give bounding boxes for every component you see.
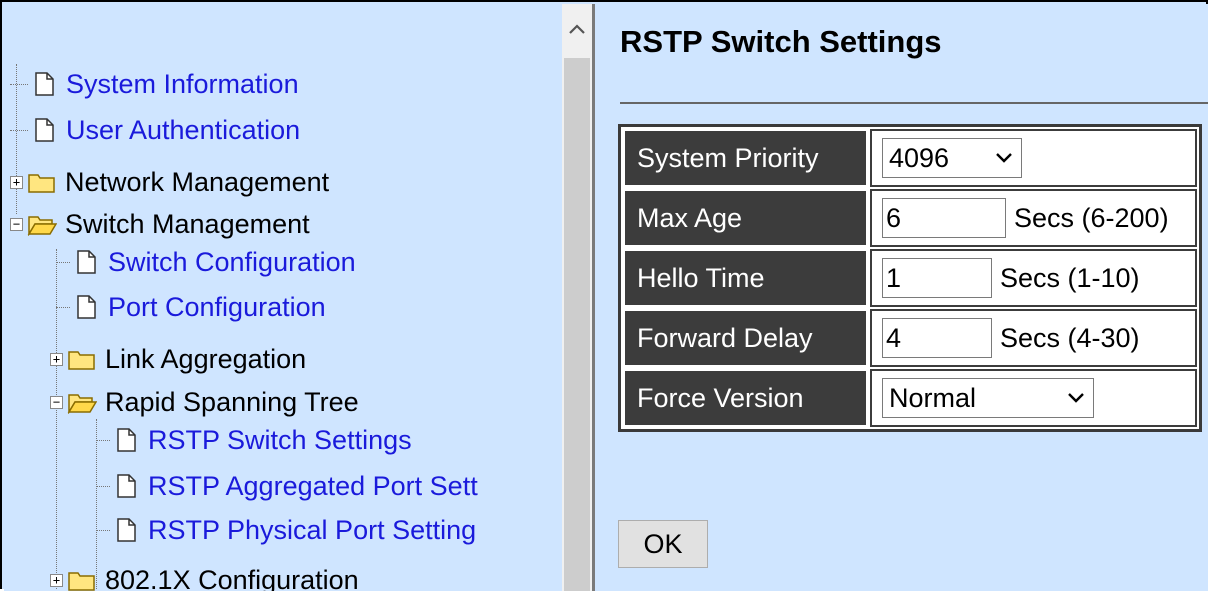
- tree-item-label: Link Aggregation: [105, 344, 306, 375]
- forward-delay-label: Forward Delay: [623, 309, 868, 367]
- tree-item-label: User Authentication: [66, 115, 300, 146]
- expand-icon[interactable]: +: [10, 176, 23, 189]
- chevron-down-icon: [1067, 392, 1085, 404]
- tree-item-rapid-spanning-tree[interactable]: − Rapid Spanning Tree: [50, 384, 359, 420]
- collapse-icon[interactable]: −: [10, 218, 23, 231]
- tree-item-label: Rapid Spanning Tree: [105, 387, 359, 418]
- table-row: Force Version Normal: [623, 369, 1197, 427]
- max-age-input[interactable]: 6: [882, 198, 1006, 238]
- chevron-up-icon: [568, 23, 586, 35]
- page-icon: [70, 249, 100, 275]
- ok-button[interactable]: OK: [618, 520, 708, 568]
- tree-item-network-management[interactable]: + Network Management: [10, 164, 329, 200]
- hello-time-cell: 1 Secs (1-10): [870, 249, 1197, 307]
- expand-icon[interactable]: +: [50, 353, 63, 366]
- tree-item-802-1x-configuration[interactable]: + 802.1X Configuration: [50, 562, 359, 591]
- page-icon: [28, 117, 58, 143]
- frame-divider[interactable]: [592, 4, 604, 591]
- tree-item-label: Switch Configuration: [108, 247, 356, 278]
- collapse-icon[interactable]: −: [50, 396, 63, 409]
- tree-item-label: System Information: [66, 69, 299, 100]
- settings-table: System Priority 4096 Max Age 6 Secs (6-20…: [618, 124, 1202, 432]
- force-version-cell: Normal: [870, 369, 1197, 427]
- table-row: Max Age 6 Secs (6-200): [623, 189, 1197, 247]
- page-icon: [110, 517, 140, 543]
- main-content: RSTP Switch Settings System Priority 409…: [604, 4, 1208, 591]
- page-icon: [28, 71, 58, 97]
- system-priority-select[interactable]: 4096: [882, 138, 1022, 178]
- page-icon: [110, 473, 140, 499]
- tree-item-label: Port Configuration: [108, 292, 326, 323]
- title-divider: [620, 102, 1208, 104]
- max-age-label: Max Age: [623, 189, 868, 247]
- force-version-select[interactable]: Normal: [882, 378, 1094, 418]
- select-value: Normal: [889, 383, 976, 414]
- scroll-thumb[interactable]: [564, 58, 590, 591]
- hello-time-range: Secs (1-10): [1000, 263, 1140, 293]
- forward-delay-cell: 4 Secs (4-30): [870, 309, 1197, 367]
- tree-item-rstp-physical-port-settings[interactable]: RSTP Physical Port Setting: [96, 512, 476, 548]
- table-row: Forward Delay 4 Secs (4-30): [623, 309, 1197, 367]
- folder-icon: [67, 568, 97, 591]
- tree-item-user-authentication[interactable]: User Authentication: [10, 112, 300, 148]
- tree-item-label: RSTP Switch Settings: [148, 425, 412, 456]
- tree-item-rstp-aggregated-port-settings[interactable]: RSTP Aggregated Port Sett: [96, 468, 478, 504]
- max-age-range: Secs (6-200): [1014, 203, 1169, 233]
- hello-time-input[interactable]: 1: [882, 258, 992, 298]
- scroll-up-button[interactable]: [562, 4, 592, 54]
- hello-time-label: Hello Time: [623, 249, 868, 307]
- tree-item-label: Network Management: [65, 167, 329, 198]
- system-priority-cell: 4096: [870, 129, 1197, 187]
- page-icon: [70, 294, 100, 320]
- tree-item-label: RSTP Aggregated Port Sett: [148, 471, 478, 502]
- page-title: RSTP Switch Settings: [620, 24, 942, 60]
- expand-icon[interactable]: +: [50, 574, 63, 587]
- system-priority-label: System Priority: [623, 129, 868, 187]
- max-age-cell: 6 Secs (6-200): [870, 189, 1197, 247]
- forward-delay-range: Secs (4-30): [1000, 323, 1140, 353]
- tree-item-link-aggregation[interactable]: + Link Aggregation: [50, 341, 306, 377]
- folder-icon: [67, 347, 97, 371]
- force-version-label: Force Version: [623, 369, 868, 427]
- table-row: Hello Time 1 Secs (1-10): [623, 249, 1197, 307]
- open-folder-icon: [67, 390, 97, 414]
- navigation-tree: System Information User Authentication +…: [4, 4, 562, 591]
- forward-delay-input[interactable]: 4: [882, 318, 992, 358]
- open-folder-icon: [27, 212, 57, 236]
- tree-item-switch-management[interactable]: − Switch Management: [10, 206, 310, 242]
- tree-item-port-configuration[interactable]: Port Configuration: [56, 289, 326, 325]
- application-frame: System Information User Authentication +…: [0, 0, 1208, 589]
- select-value: 4096: [889, 143, 949, 174]
- tree-item-label: Switch Management: [65, 209, 310, 240]
- tree-item-system-information[interactable]: System Information: [10, 66, 299, 102]
- folder-icon: [27, 170, 57, 194]
- chevron-down-icon: [995, 152, 1013, 164]
- table-row: System Priority 4096: [623, 129, 1197, 187]
- tree-item-label: 802.1X Configuration: [105, 565, 359, 591]
- tree-item-switch-configuration[interactable]: Switch Configuration: [56, 244, 356, 280]
- page-icon: [110, 427, 140, 453]
- tree-item-label: RSTP Physical Port Setting: [148, 515, 476, 546]
- tree-item-rstp-switch-settings[interactable]: RSTP Switch Settings: [96, 422, 412, 458]
- vertical-scrollbar[interactable]: [562, 4, 592, 591]
